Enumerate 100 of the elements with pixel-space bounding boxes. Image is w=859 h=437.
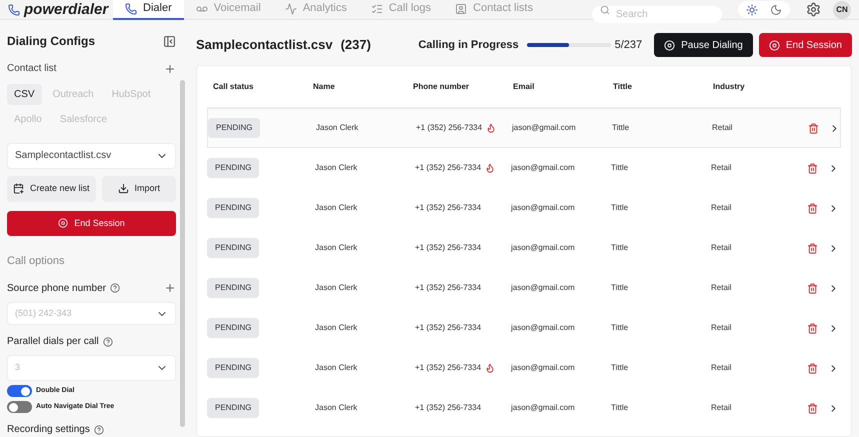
collapse-panel-icon[interactable] xyxy=(163,34,176,48)
status-badge: PENDING xyxy=(207,358,260,378)
table-cell: +1 (352) 256-7334 xyxy=(415,202,482,214)
table-cell-text: Jason Clerk xyxy=(314,282,358,294)
help-icon xyxy=(110,283,120,294)
table-cell-text: Tittle xyxy=(610,202,630,214)
table-row[interactable]: PENDING Jason Clerk +1 (352) 256-7334 jason@gmail.com Tittle Retail xyxy=(207,188,841,228)
stop-icon xyxy=(58,218,68,228)
delete-icon[interactable] xyxy=(807,202,818,214)
table-cell: +1 (352) 256-7334 xyxy=(415,362,482,374)
table-row[interactable]: PENDING Jason Clerk +1 (352) 256-7334 jason@gmail.com Tittle Retail xyxy=(207,148,841,188)
column-header: Name xyxy=(312,80,336,92)
table-cell-text: jason@gmail.com xyxy=(510,202,576,214)
section-label: Call options xyxy=(7,254,66,270)
status-badge: PENDING xyxy=(207,238,260,258)
table-cell-text: Jason Clerk xyxy=(314,162,358,174)
table-cell-text: jason@gmail.com xyxy=(510,362,576,374)
table-cell: +1 (352) 256-7334 xyxy=(415,242,482,254)
table-cell-text: Jason Clerk xyxy=(314,242,358,254)
download-icon xyxy=(118,183,128,194)
section-label: Contact list xyxy=(7,62,56,76)
table-cell-text: Retail xyxy=(710,162,732,174)
table-cell-text: jason@gmail.com xyxy=(510,162,576,174)
table-cell-text: jason@gmail.com xyxy=(510,242,576,254)
table-cell-text: jason@gmail.com xyxy=(510,122,577,134)
table-cell-text: Retail xyxy=(710,202,732,214)
progress-count: 5/237 xyxy=(614,38,642,53)
table-cell-text: Tittle xyxy=(610,362,630,374)
column-header: Industry xyxy=(712,80,746,92)
field-label: Source phone number xyxy=(7,282,106,296)
create-list-button[interactable]: Create new list xyxy=(7,176,96,202)
table-cell: +1 (352) 256-7334 xyxy=(415,162,482,174)
end-session-button[interactable]: End Session xyxy=(7,210,176,236)
table-cell-text: Tittle xyxy=(611,122,630,134)
help-icon xyxy=(102,336,113,347)
delete-icon[interactable] xyxy=(807,162,818,174)
phone-icon xyxy=(125,2,137,14)
table-cell-text: Retail xyxy=(710,322,732,334)
table-cell-text: Tittle xyxy=(610,282,630,294)
table-cell-text: Retail xyxy=(710,242,732,254)
table-cell: +1 (352) 256-7334 xyxy=(416,122,482,134)
list-title: Samplecontactlist.csv xyxy=(196,36,333,54)
table-cell-text: Retail xyxy=(710,282,732,294)
delete-icon[interactable] xyxy=(807,322,818,334)
status-badge: PENDING xyxy=(207,158,260,178)
light-mode-icon[interactable] xyxy=(746,4,758,16)
delete-icon[interactable] xyxy=(807,362,818,374)
stop-icon xyxy=(664,40,676,50)
table-row[interactable]: PENDING Jason Clerk +1 (352) 256-7334 jason@gmail.com Tittle Retail xyxy=(207,308,841,348)
end-session-button[interactable]: End Session xyxy=(758,33,852,57)
column-header: Call status xyxy=(212,80,254,92)
pulse-icon xyxy=(284,2,297,14)
column-header: Phone number xyxy=(412,80,470,92)
table-cell-text: Tittle xyxy=(610,402,630,414)
status-badge: PENDING xyxy=(208,118,260,138)
add-icon[interactable] xyxy=(164,62,176,74)
table-row[interactable]: PENDING Jason Clerk +1 (352) 256-7334 jason@gmail.com Tittle Retail xyxy=(207,348,841,388)
table-row[interactable]: PENDING Jason Clerk +1 (352) 256-7334 jason@gmail.com Tittle Retail xyxy=(207,388,841,428)
stop-icon xyxy=(768,40,780,50)
table-cell-text: Tittle xyxy=(610,322,630,334)
add-icon[interactable] xyxy=(164,282,176,294)
contact-list-select[interactable]: Samplecontactlist.csv xyxy=(7,143,176,169)
column-header: Email xyxy=(512,80,536,92)
sidebar-title: Dialing Configs xyxy=(7,33,95,50)
toggle-switch[interactable] xyxy=(7,401,32,413)
user-avatar[interactable]: CN xyxy=(833,0,851,18)
table-cell: +1 (352) 256-7334 xyxy=(415,322,482,334)
settings-icon[interactable] xyxy=(806,2,821,17)
toggle-switch[interactable] xyxy=(7,385,32,397)
table-cell-text: Jason Clerk xyxy=(315,122,360,134)
table-cell-text: jason@gmail.com xyxy=(510,282,576,294)
table-cell: +1 (352) 256-7334 xyxy=(415,282,482,294)
column-header: Tittle xyxy=(612,80,633,92)
dark-mode-icon[interactable] xyxy=(770,4,782,16)
import-button[interactable]: Import xyxy=(102,176,176,202)
status-badge: PENDING xyxy=(207,278,260,298)
table-cell-text: Retail xyxy=(711,122,734,134)
delete-icon[interactable] xyxy=(807,402,818,414)
table-cell-text: Jason Clerk xyxy=(314,202,358,214)
contact-count: (237) xyxy=(340,36,371,54)
table-cell-text: jason@gmail.com xyxy=(510,402,576,414)
table-row[interactable]: PENDING Jason Clerk +1 (352) 256-7334 jason@gmail.com Tittle Retail xyxy=(207,268,841,308)
table-cell-text: Jason Clerk xyxy=(314,402,358,414)
source-tab[interactable]: CSV xyxy=(7,84,42,105)
table-cell-text: Retail xyxy=(710,362,732,374)
table-row[interactable]: PENDING Jason Clerk +1 (352) 256-7334 jason@gmail.com Tittle Retail xyxy=(207,108,841,148)
field-label: Parallel dials per call xyxy=(7,335,99,350)
table-cell-text: jason@gmail.com xyxy=(510,322,576,334)
brand-logo: powerdialer xyxy=(24,2,108,17)
search-field[interactable]: Search xyxy=(592,6,722,23)
nav-tab[interactable]: Dialer xyxy=(113,0,184,20)
delete-icon[interactable] xyxy=(807,242,818,254)
table-cell-text: Jason Clerk xyxy=(314,362,358,374)
pause-dialing-button[interactable]: Pause Dialing xyxy=(654,33,753,57)
table-row[interactable]: PENDING Jason Clerk +1 (352) 256-7334 jason@gmail.com Tittle Retail xyxy=(207,228,841,268)
delete-icon[interactable] xyxy=(808,122,819,134)
table-cell: +1 (352) 256-7334 xyxy=(415,402,482,414)
delete-icon[interactable] xyxy=(807,282,818,294)
status-badge: PENDING xyxy=(207,198,260,218)
help-icon xyxy=(94,424,104,434)
